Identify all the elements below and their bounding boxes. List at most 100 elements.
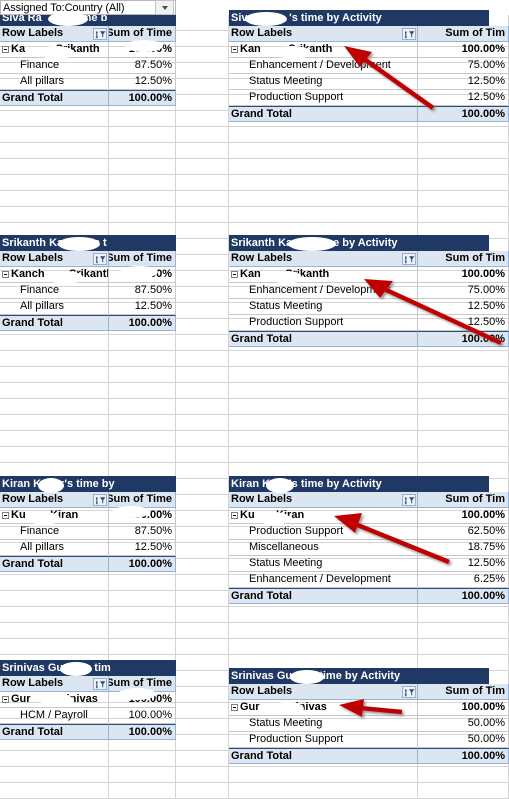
grand-total-label-cell[interactable]: Grand Total [229, 331, 418, 347]
activity-value-cell[interactable]: 75.00% [418, 283, 509, 299]
collapse-icon[interactable] [2, 46, 9, 53]
activity-value-cell[interactable]: 18.75% [418, 540, 509, 556]
row-labels-header[interactable]: Row Labels [229, 492, 418, 508]
collapse-icon[interactable] [231, 704, 238, 711]
activity-label-cell[interactable]: Finance [0, 58, 109, 74]
sum-of-time-header[interactable]: Sum of Time [109, 251, 176, 267]
pivot-activity-row[interactable]: Status Meeting 12.50% [229, 299, 509, 315]
pivot-activity-row[interactable]: All pillars 12.50% [0, 540, 176, 556]
grand-total-value-cell[interactable]: 100.00% [418, 331, 509, 347]
collapse-icon[interactable] [231, 46, 238, 53]
activity-label-cell[interactable]: Enhancement / Development [229, 572, 418, 588]
activity-value-cell[interactable]: 12.50% [109, 299, 176, 315]
activity-label-cell[interactable]: Enhancement / Development [229, 283, 418, 299]
sort-filter-icon[interactable] [93, 494, 107, 506]
pivot-grand-total-row[interactable]: Grand Total 100.00% [229, 588, 509, 604]
collapse-icon[interactable] [231, 512, 238, 519]
pivot-activity-row[interactable]: Finance 87.50% [0, 58, 176, 74]
activity-value-cell[interactable]: 12.50% [109, 540, 176, 556]
grand-total-label-cell[interactable]: Grand Total [229, 106, 418, 122]
grand-total-label-cell[interactable]: Grand Total [0, 556, 109, 572]
sort-filter-icon[interactable] [402, 28, 416, 40]
activity-value-cell[interactable]: 12.50% [418, 315, 509, 331]
grand-total-value-cell[interactable]: 100.00% [418, 106, 509, 122]
pivot-activity-row[interactable]: Enhancement / Development 6.25% [229, 572, 509, 588]
person-value-cell[interactable]: 100.00% [418, 42, 509, 58]
person-value-cell[interactable]: 100.00% [418, 508, 509, 524]
activity-label-cell[interactable]: HCM / Payroll [0, 708, 109, 724]
sort-filter-icon[interactable] [402, 494, 416, 506]
activity-value-cell[interactable]: 62.50% [418, 524, 509, 540]
activity-value-cell[interactable]: 50.00% [418, 732, 509, 748]
activity-label-cell[interactable]: Enhancement / Development [229, 58, 418, 74]
grand-total-label-cell[interactable]: Grand Total [0, 315, 109, 331]
pivot-activity-row[interactable]: Production Support 50.00% [229, 732, 509, 748]
pivot-activity-row[interactable]: Miscellaneous 18.75% [229, 540, 509, 556]
pivot-person-row[interactable]: Kan , Srikanth100.00% [229, 267, 509, 283]
row-labels-header[interactable]: Row Labels [229, 26, 418, 42]
grand-total-value-cell[interactable]: 100.00% [109, 556, 176, 572]
pivot-activity-row[interactable]: Status Meeting 50.00% [229, 716, 509, 732]
sum-of-time-header[interactable]: Sum of Tim [418, 26, 509, 42]
person-label-cell[interactable]: Ku , Kiran [229, 508, 418, 524]
activity-value-cell[interactable]: 12.50% [418, 74, 509, 90]
collapse-icon[interactable] [2, 271, 9, 278]
activity-label-cell[interactable]: All pillars [0, 299, 109, 315]
pivot-grand-total-row[interactable]: Grand Total 100.00% [0, 724, 176, 740]
sum-of-time-header[interactable]: Sum of Tim [418, 251, 509, 267]
activity-value-cell[interactable]: 12.50% [418, 556, 509, 572]
activity-value-cell[interactable]: 87.50% [109, 524, 176, 540]
row-labels-header[interactable]: Row Labels [229, 684, 418, 700]
pivot-grand-total-row[interactable]: Grand Total 100.00% [229, 331, 509, 347]
pivot-grand-total-row[interactable]: Grand Total 100.00% [0, 90, 176, 106]
activity-label-cell[interactable]: Production Support [229, 732, 418, 748]
activity-label-cell[interactable]: All pillars [0, 540, 109, 556]
grand-total-label-cell[interactable]: Grand Total [229, 588, 418, 604]
collapse-icon[interactable] [231, 271, 238, 278]
activity-label-cell[interactable]: Finance [0, 283, 109, 299]
activity-label-cell[interactable]: Status Meeting [229, 556, 418, 572]
activity-label-cell[interactable]: Status Meeting [229, 716, 418, 732]
collapse-icon[interactable] [2, 512, 9, 519]
collapse-icon[interactable] [2, 696, 9, 703]
sum-of-time-header[interactable]: Sum of Tim [418, 684, 509, 700]
person-value-cell[interactable]: 100.00% [418, 700, 509, 716]
report-filter-assigned-to-country[interactable]: Assigned To:Country (All) [0, 0, 176, 15]
activity-label-cell[interactable]: Miscellaneous [229, 540, 418, 556]
activity-value-cell[interactable]: 12.50% [418, 299, 509, 315]
grand-total-value-cell[interactable]: 100.00% [418, 588, 509, 604]
grand-total-value-cell[interactable]: 100.00% [109, 315, 176, 331]
pivot-activity-row[interactable]: Finance 87.50% [0, 283, 176, 299]
activity-value-cell[interactable]: 87.50% [109, 58, 176, 74]
row-labels-header[interactable]: Row Labels [229, 251, 418, 267]
pivot-activity-row[interactable]: Production Support 12.50% [229, 90, 509, 106]
sum-of-time-header[interactable]: Sum of Tim [418, 492, 509, 508]
person-label-cell[interactable]: Gur , Srinivas [229, 700, 418, 716]
pivot-grand-total-row[interactable]: Grand Total 100.00% [229, 748, 509, 764]
grand-total-value-cell[interactable]: 100.00% [109, 724, 176, 740]
activity-label-cell[interactable]: Status Meeting [229, 299, 418, 315]
pivot-activity-row[interactable]: Status Meeting 12.50% [229, 74, 509, 90]
activity-label-cell[interactable]: All pillars [0, 74, 109, 90]
activity-value-cell[interactable]: 6.25% [418, 572, 509, 588]
activity-value-cell[interactable]: 12.50% [109, 74, 176, 90]
activity-value-cell[interactable]: 50.00% [418, 716, 509, 732]
pivot-grand-total-row[interactable]: Grand Total 100.00% [0, 315, 176, 331]
pivot-grand-total-row[interactable]: Grand Total 100.00% [0, 556, 176, 572]
grand-total-label-cell[interactable]: Grand Total [0, 90, 109, 106]
pivot-grand-total-row[interactable]: Grand Total 100.00% [229, 106, 509, 122]
activity-label-cell[interactable]: Status Meeting [229, 74, 418, 90]
activity-value-cell[interactable]: 75.00% [418, 58, 509, 74]
grand-total-label-cell[interactable]: Grand Total [0, 724, 109, 740]
activity-label-cell[interactable]: Production Support [229, 315, 418, 331]
sort-filter-icon[interactable] [93, 678, 107, 690]
pivot-activity-row[interactable]: Production Support 12.50% [229, 315, 509, 331]
pivot-activity-row[interactable]: Status Meeting 12.50% [229, 556, 509, 572]
sort-filter-icon[interactable] [402, 686, 416, 698]
activity-label-cell[interactable]: Production Support [229, 90, 418, 106]
pivot-activity-row[interactable]: Finance 87.50% [0, 524, 176, 540]
sort-filter-icon[interactable] [402, 253, 416, 265]
chevron-down-icon[interactable] [155, 0, 174, 15]
sort-filter-icon[interactable] [93, 253, 107, 265]
activity-value-cell[interactable]: 100.00% [109, 708, 176, 724]
